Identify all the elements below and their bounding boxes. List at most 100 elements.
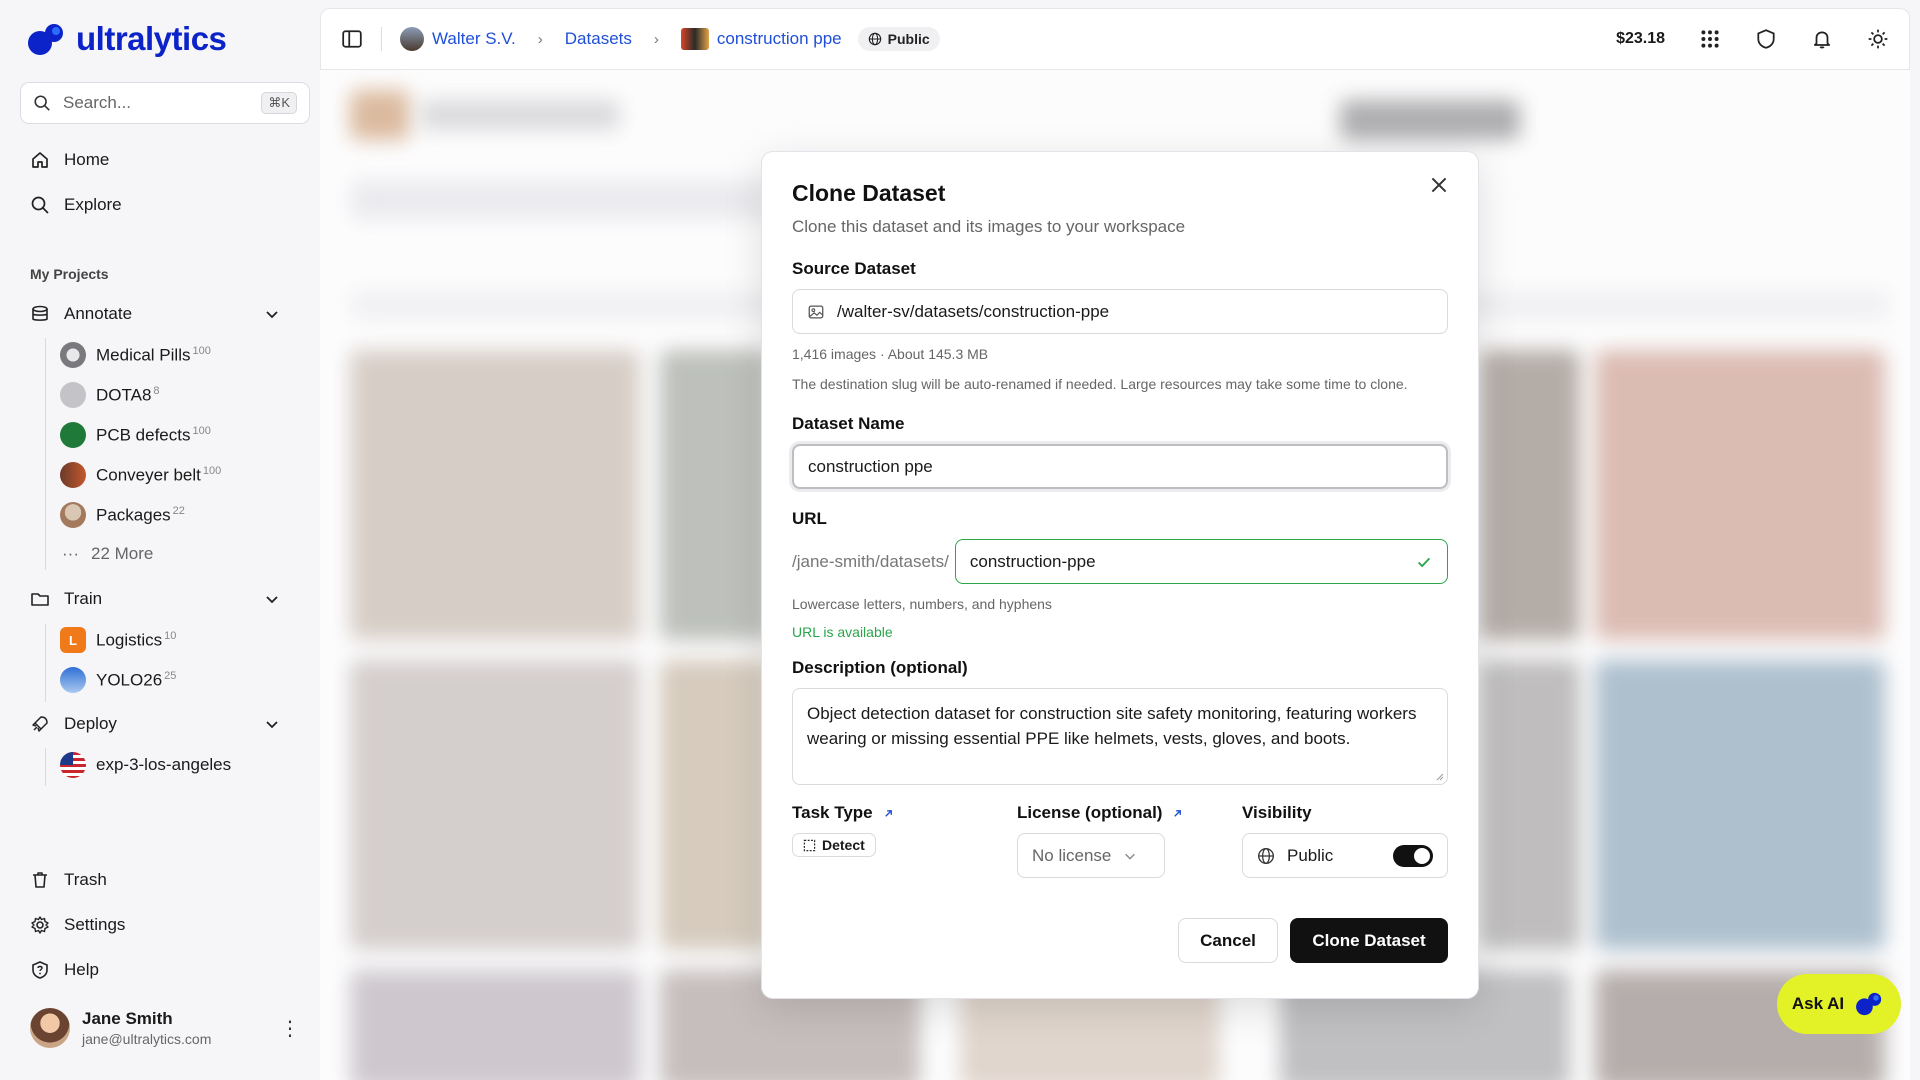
- project-name: Packages 22: [96, 504, 185, 525]
- project-name: Conveyer belt 100: [96, 464, 222, 485]
- breadcrumb: Walter S.V. › Datasets › construction pp…: [400, 27, 940, 51]
- nav-settings[interactable]: Settings: [30, 915, 125, 935]
- tree-line: [45, 624, 46, 702]
- ellipsis-icon: ···: [62, 544, 79, 563]
- search-input[interactable]: Search...: [63, 93, 249, 113]
- group-annotate[interactable]: Annotate: [30, 304, 280, 324]
- project-thumbnail: [60, 342, 86, 368]
- task-type-label: Task Type: [792, 803, 1017, 823]
- source-label: Source Dataset: [792, 259, 916, 278]
- dataset-thumbnail: [680, 28, 709, 50]
- source-dataset-field: /walter-sv/datasets/construction-ppe: [792, 289, 1448, 334]
- shield-icon[interactable]: [1755, 28, 1777, 50]
- bell-icon[interactable]: [1811, 28, 1833, 50]
- external-link-icon[interactable]: [1172, 808, 1183, 819]
- sidebar-toggle-icon[interactable]: [341, 28, 363, 50]
- chevron-down-icon: [1125, 853, 1136, 860]
- more-projects[interactable]: ··· 22 More: [62, 544, 153, 564]
- user-profile[interactable]: Jane Smith jane@ultralytics.com ⋮: [30, 1008, 300, 1048]
- ask-ai-button[interactable]: Ask AI: [1777, 974, 1901, 1034]
- description-textarea[interactable]: Object detection dataset for constructio…: [792, 688, 1448, 785]
- ask-ai-label: Ask AI: [1791, 994, 1845, 1013]
- nav-explore[interactable]: Explore: [30, 195, 122, 215]
- project-item[interactable]: Medical Pills 100: [60, 342, 211, 368]
- dataset-name-value: construction ppe: [808, 456, 933, 476]
- license-select[interactable]: No license: [1017, 833, 1165, 878]
- nav-trash[interactable]: Trash: [30, 870, 107, 890]
- rocket-icon: [32, 716, 48, 732]
- project-item[interactable]: Packages 22: [60, 502, 185, 528]
- close-icon[interactable]: [1428, 174, 1450, 196]
- nav-help[interactable]: Help: [30, 960, 99, 980]
- project-item[interactable]: L Logistics 10: [60, 627, 176, 653]
- breadcrumb-owner[interactable]: Walter S.V.: [432, 29, 516, 49]
- apps-grid-icon[interactable]: [1699, 28, 1721, 50]
- nav-home[interactable]: Home: [30, 150, 109, 170]
- tree-line: [45, 338, 46, 570]
- user-name: Jane Smith: [82, 1009, 173, 1028]
- globe-icon: [1258, 847, 1274, 864]
- chevron-down-icon: [266, 721, 278, 729]
- chevron-right-icon: ›: [537, 30, 543, 48]
- project-thumbnail: [60, 422, 86, 448]
- url-slug-input[interactable]: construction-ppe: [954, 539, 1448, 584]
- group-train[interactable]: Train: [30, 589, 280, 609]
- more-vertical-icon[interactable]: ⋮: [280, 1016, 300, 1041]
- license-label: License (optional): [1017, 803, 1242, 823]
- logo[interactable]: ultralytics: [26, 20, 227, 58]
- project-name: PCB defects 100: [96, 424, 211, 445]
- account-balance[interactable]: $23.18: [1616, 30, 1665, 48]
- project-item[interactable]: PCB defects 100: [60, 422, 211, 448]
- project-item[interactable]: YOLO26 25: [60, 667, 176, 693]
- divider: [381, 27, 382, 51]
- group-annotate-label: Annotate: [64, 304, 133, 323]
- nav-explore-label: Explore: [64, 195, 122, 214]
- user-email: jane@ultralytics.com: [82, 1031, 212, 1047]
- check-icon: [1417, 557, 1431, 567]
- project-thumbnail: [60, 382, 86, 408]
- image-icon: [808, 305, 824, 318]
- project-item[interactable]: Conveyer belt 100: [60, 462, 221, 488]
- url-hint: Lowercase letters, numbers, and hyphens: [792, 596, 1052, 612]
- visibility-control[interactable]: Public: [1242, 833, 1448, 878]
- visibility-toggle[interactable]: [1393, 844, 1433, 867]
- project-item[interactable]: DOTA8 8: [60, 382, 160, 408]
- trash-icon: [33, 872, 47, 888]
- project-name: YOLO26 25: [96, 669, 177, 690]
- visibility-value: Public: [1287, 845, 1334, 865]
- project-name: Medical Pills 100: [96, 344, 211, 365]
- project-item[interactable]: exp-3-los-angeles: [60, 752, 231, 778]
- license-group: License (optional) No license: [1017, 803, 1242, 878]
- url-label: URL: [792, 509, 827, 528]
- url-status: URL is available: [792, 624, 893, 640]
- task-type-value: Detect: [822, 837, 865, 853]
- nav-settings-label: Settings: [64, 915, 126, 934]
- chevron-right-icon: ›: [653, 30, 659, 48]
- nav-home-label: Home: [64, 150, 110, 169]
- dataset-name-input[interactable]: construction ppe: [792, 444, 1448, 489]
- search-box[interactable]: Search... ⌘K: [20, 82, 310, 124]
- nav-trash-label: Trash: [64, 870, 107, 889]
- breadcrumb-datasets[interactable]: Datasets: [565, 29, 632, 49]
- more-projects-label: 22 More: [90, 544, 154, 563]
- clone-dataset-button[interactable]: Clone Dataset: [1290, 918, 1448, 963]
- task-type-chip: Detect: [792, 833, 876, 857]
- database-icon: [32, 305, 48, 321]
- dialog-subtitle: Clone this dataset and its images to you…: [792, 217, 1186, 236]
- sun-icon[interactable]: [1867, 28, 1889, 50]
- us-flag-icon: [60, 752, 86, 778]
- visibility-chip: Public: [857, 27, 940, 51]
- breadcrumb-dataset[interactable]: construction ppe: [717, 29, 842, 49]
- cancel-button[interactable]: Cancel: [1178, 918, 1278, 963]
- resize-handle-icon[interactable]: [1434, 771, 1444, 781]
- dialog-actions: Cancel Clone Dataset: [792, 918, 1448, 963]
- group-deploy-label: Deploy: [64, 714, 117, 733]
- project-name: Logistics 10: [96, 629, 177, 650]
- gear-icon: [31, 916, 49, 934]
- owner-avatar: [400, 27, 424, 51]
- project-badge: L: [60, 627, 86, 653]
- url-prefix: /jane-smith/datasets/: [792, 551, 949, 571]
- external-link-icon[interactable]: [883, 808, 894, 819]
- group-deploy[interactable]: Deploy: [30, 714, 280, 734]
- search-shortcut: ⌘K: [261, 92, 297, 114]
